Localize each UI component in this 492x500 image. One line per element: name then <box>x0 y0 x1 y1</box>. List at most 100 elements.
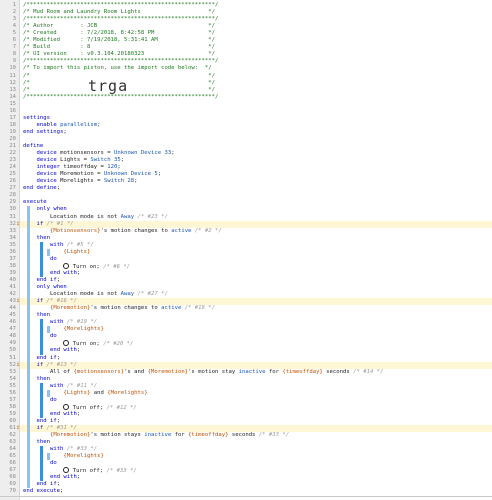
line-number: 62 <box>9 432 16 439</box>
code-text: enable parallelism; <box>36 121 101 128</box>
block-indent-bar <box>40 446 43 482</box>
line-number: 51 <box>9 354 16 361</box>
code-text: end with; <box>49 347 81 354</box>
line-number: 60 <box>9 417 16 424</box>
line-number: 27 <box>9 185 16 192</box>
code-text: if /* #16 */ <box>36 298 77 305</box>
code-line: 67 Turn off; /* #33 */ <box>0 467 492 474</box>
line-number: 11 <box>9 72 16 79</box>
code-line: 17 settings <box>0 115 492 122</box>
code-text: end execute; <box>23 488 64 495</box>
code-line: 35 with /* #5 */ <box>0 242 492 249</box>
code-line: ‡ 32 if /* #1 */ <box>0 220 492 228</box>
line-highlight <box>20 361 492 369</box>
block-indent-bar <box>47 326 50 334</box>
line-number: 69 <box>9 481 16 488</box>
code-line: 48 do <box>0 333 492 340</box>
line-number: 50 <box>9 347 16 354</box>
line-number: 21 <box>9 143 16 149</box>
code-line: ‡ 61 if /* #31 */ <box>0 425 492 432</box>
line-number: 4 <box>12 23 16 30</box>
code-line: 21 define <box>0 143 492 150</box>
line-number: 34 <box>9 234 16 241</box>
line-number: 68 <box>9 474 16 481</box>
code-text: execute <box>23 199 47 206</box>
line-number: 25 <box>9 171 16 178</box>
code-line: 58 Turn off; /* #12 */ <box>0 403 492 411</box>
code-line: 55 with /* #11 */ <box>0 383 492 390</box>
code-line: 12/* */ <box>0 80 492 87</box>
line-number: 19 <box>9 128 16 135</box>
line-number: 49 <box>9 340 16 347</box>
code-line: 54 then <box>0 376 492 383</box>
line-number: 38 <box>9 262 16 269</box>
code-line: 37 do <box>0 256 492 263</box>
line-number: 6 <box>12 37 16 44</box>
code-line: 8 /* UI version : v0.3.104.20180323 */ <box>0 51 492 58</box>
code-line: 69 end if; <box>0 481 492 488</box>
code-text: /* Build : 8 */ <box>23 44 215 51</box>
code-editor: 1 /**************************************… <box>0 0 492 500</box>
editor-bottom-border <box>0 496 492 497</box>
line-highlight <box>20 220 492 228</box>
code-line: 15 <box>0 101 492 108</box>
code-line: 22 device motionsensors = Unknown Device… <box>0 150 492 157</box>
line-number: 23 <box>9 157 16 164</box>
block-indent-bar <box>47 389 50 397</box>
code-text: with /* #19 */ <box>49 319 98 326</box>
code-line: 38 Turn on; /* #6 */ <box>0 262 492 270</box>
code-line: 51 end if; <box>0 355 492 362</box>
trace-marker-icon[interactable]: ‡ <box>16 425 20 432</box>
block-indent-bar <box>47 248 50 256</box>
code-text: end define; <box>23 185 61 192</box>
code-text: with /* #11 */ <box>49 382 98 389</box>
line-number: 26 <box>9 178 16 185</box>
code-line: 14/*************************************… <box>0 94 492 101</box>
device-command-icon <box>63 262 70 269</box>
code-line: 66 do <box>0 460 492 467</box>
code-text: /* UI version : v0.3.104.20180323 */ <box>23 51 215 58</box>
line-number: 20 <box>9 135 16 142</box>
line-number: 61 <box>9 425 16 431</box>
line-number: 30 <box>9 206 16 213</box>
line-number: 65 <box>9 453 16 460</box>
code-line: 42 Location mode is not Away /* #27 */ <box>0 291 492 298</box>
code-line: 44 {Moremotion}'s motion changes to acti… <box>0 305 492 312</box>
line-number: 2 <box>12 9 16 16</box>
code-text: {Morelights} <box>63 453 104 460</box>
code-line: 56 {Lights} and {Morelights} <box>0 390 492 397</box>
device-command-icon <box>63 467 70 474</box>
line-number: 22 <box>9 150 16 157</box>
trace-marker-icon[interactable]: ‡ <box>16 298 20 305</box>
line-number: 3 <box>12 16 16 23</box>
code-text: integer timeoffday = 120; <box>36 164 121 171</box>
line-number: 28 <box>9 192 16 199</box>
code-line: 36 {Lights} <box>0 249 492 256</box>
trace-marker-icon[interactable]: ‡ <box>16 362 20 369</box>
code-line: 1 /**************************************… <box>0 2 492 9</box>
code-text: {Lights} <box>63 248 91 255</box>
line-number: 13 <box>9 86 16 93</box>
line-number: 10 <box>9 65 16 72</box>
block-indent-bar <box>27 206 30 489</box>
line-number: 53 <box>9 368 16 375</box>
line-number: 1 <box>12 2 16 8</box>
code-line: 60 end if; <box>0 418 492 425</box>
block-indent-bar <box>47 453 50 461</box>
code-text: device Lights = Switch 35; <box>36 157 125 164</box>
code-text: /* Author : JCB */ <box>23 23 215 30</box>
code-line: 68 end with; <box>0 474 492 481</box>
code-text: Location mode is not Away /* #27 */ <box>23 291 168 298</box>
line-number: 58 <box>9 403 16 410</box>
line-number: 33 <box>9 227 16 234</box>
code-line: 25 device Moremotion = Unknown Device 5; <box>0 171 492 178</box>
line-number: 18 <box>9 121 16 128</box>
line-number: 31 <box>9 213 16 220</box>
code-text: /* To import this piston, use the import… <box>23 65 212 72</box>
trace-marker-icon[interactable]: ‡ <box>16 221 20 228</box>
line-number: 15 <box>9 100 16 107</box>
code-line: ‡ 52 if /* #13 */ <box>0 361 492 369</box>
code-text: end with; <box>49 410 81 417</box>
code-line: 19 end settings; <box>0 129 492 136</box>
block-indent-bar <box>40 382 43 418</box>
